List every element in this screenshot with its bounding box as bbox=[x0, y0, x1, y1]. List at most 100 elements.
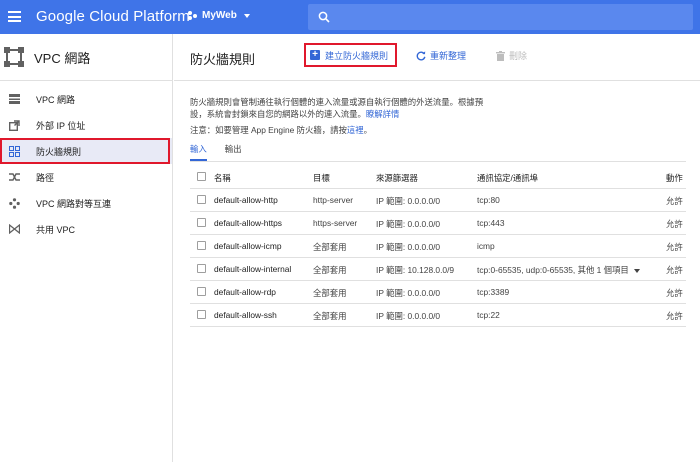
sidebar-nav: VPC 網路 外部 IP 位址 防火牆規則 路徑 VPC 網路對等互連 共用 V… bbox=[0, 81, 172, 242]
delete-button[interactable]: 刪除 bbox=[496, 49, 527, 62]
shared-vpc-icon bbox=[8, 223, 20, 235]
table-row: default-allow-icmp 全部套用 IP 範圍: 0.0.0.0/0… bbox=[190, 235, 686, 258]
trash-icon bbox=[496, 50, 505, 61]
table-row: default-allow-ssh 全部套用 IP 範圍: 0.0.0.0/0 … bbox=[190, 304, 686, 327]
sidebar-item-shared-vpc[interactable]: 共用 VPC bbox=[0, 216, 172, 242]
row-checkbox[interactable] bbox=[197, 287, 206, 296]
sidebar: VPC 網路 VPC 網路 外部 IP 位址 防火牆規則 路徑 VPC 網路對等… bbox=[0, 34, 173, 462]
external-ip-icon bbox=[8, 119, 20, 131]
refresh-button[interactable]: 重新整理 bbox=[416, 49, 466, 62]
column-header-name[interactable]: 名稱 bbox=[214, 172, 231, 184]
row-checkbox[interactable] bbox=[197, 218, 206, 227]
top-app-bar: Google Cloud Platform MyWeb bbox=[0, 0, 700, 34]
column-header-action[interactable]: 動作 bbox=[666, 172, 683, 184]
sidebar-item-routes[interactable]: 路徑 bbox=[0, 164, 172, 190]
tab-egress[interactable]: 輸出 bbox=[225, 143, 242, 161]
row-checkbox[interactable] bbox=[197, 264, 206, 273]
sidebar-item-label: 共用 VPC bbox=[36, 224, 76, 235]
column-header-target[interactable]: 目標 bbox=[313, 172, 330, 184]
project-selector[interactable]: MyWeb bbox=[188, 10, 250, 21]
rule-action: 允許 bbox=[666, 288, 683, 298]
rule-source: IP 範圍: 0.0.0.0/0 bbox=[376, 288, 441, 298]
row-checkbox[interactable] bbox=[197, 310, 206, 319]
tab-ingress[interactable]: 輸入 bbox=[190, 143, 207, 161]
tabs-divider bbox=[190, 161, 686, 162]
refresh-button-label: 重新整理 bbox=[430, 51, 467, 61]
sidebar-header: VPC 網路 bbox=[0, 34, 172, 81]
sidebar-item-label: VPC 網路 bbox=[36, 94, 76, 105]
rule-target: 全部套用 bbox=[313, 311, 347, 321]
highlight-box bbox=[0, 138, 170, 164]
chevron-down-icon bbox=[633, 268, 640, 273]
hamburger-menu-icon[interactable] bbox=[8, 11, 21, 22]
create-firewall-rule-button[interactable]: + 建立防火牆規則 bbox=[304, 43, 397, 67]
sidebar-title: VPC 網路 bbox=[34, 50, 91, 66]
learn-more-link[interactable]: 瞭解詳情 bbox=[366, 109, 400, 119]
rule-name[interactable]: default-allow-http bbox=[214, 195, 278, 205]
description-line-2: 設，系統會封鎖來自您的網路以外的連入流量。 bbox=[190, 109, 366, 119]
chevron-down-icon bbox=[243, 13, 250, 18]
search-input[interactable] bbox=[308, 4, 693, 30]
rule-protocol: tcp:22 bbox=[477, 310, 500, 320]
table-row: default-allow-http http-server IP 範圍: 0.… bbox=[190, 189, 686, 212]
rule-protocol: tcp:0-65535, udp:0-65535, 其他 1 個項目 bbox=[477, 265, 629, 275]
table-row: default-allow-internal 全部套用 IP 範圍: 10.12… bbox=[190, 258, 686, 281]
rule-protocol: tcp:443 bbox=[477, 218, 505, 228]
select-all-checkbox[interactable] bbox=[197, 172, 206, 181]
sidebar-item-label: 路徑 bbox=[36, 172, 55, 183]
rule-protocol: icmp bbox=[477, 241, 495, 251]
rule-action: 允許 bbox=[666, 196, 683, 206]
rule-target: https-server bbox=[313, 218, 358, 228]
rule-name[interactable]: default-allow-internal bbox=[214, 264, 291, 274]
rule-action: 允許 bbox=[666, 219, 683, 229]
project-dots-icon bbox=[188, 11, 197, 20]
column-header-source[interactable]: 來源篩選器 bbox=[376, 172, 418, 184]
note-suffix: 。 bbox=[363, 125, 372, 135]
rule-source: IP 範圍: 0.0.0.0/0 bbox=[376, 311, 441, 321]
row-checkbox[interactable] bbox=[197, 241, 206, 250]
rule-source: IP 範圍: 0.0.0.0/0 bbox=[376, 242, 441, 252]
app-engine-note: 注意：如要管理 App Engine 防火牆，請按這裡。 bbox=[190, 124, 372, 136]
direction-tabs: 輸入 輸出 bbox=[190, 143, 260, 161]
rule-protocol-dropdown[interactable]: tcp:0-65535, udp:0-65535, 其他 1 個項目 bbox=[477, 264, 640, 276]
sidebar-item-external-ip[interactable]: 外部 IP 位址 bbox=[0, 112, 172, 138]
table-row: default-allow-https https-server IP 範圍: … bbox=[190, 212, 686, 235]
rule-target: http-server bbox=[313, 195, 354, 205]
rule-source: IP 範圍: 10.128.0.0/9 bbox=[376, 265, 455, 275]
rule-name[interactable]: default-allow-rdp bbox=[214, 287, 276, 297]
rule-protocol: tcp:80 bbox=[477, 195, 500, 205]
rule-target: 全部套用 bbox=[313, 265, 347, 275]
page-header: 防火牆規則 + 建立防火牆規則 重新整理 刪除 bbox=[174, 34, 700, 81]
rule-name[interactable]: default-allow-icmp bbox=[214, 241, 282, 251]
rule-name[interactable]: default-allow-https bbox=[214, 218, 282, 228]
note-here-link[interactable]: 這裡 bbox=[347, 125, 364, 135]
sidebar-item-label: 外部 IP 位址 bbox=[36, 120, 86, 131]
add-icon: + bbox=[310, 50, 320, 60]
description-line-1: 防火牆規則會管制通往執行個體的連入流量或源自執行個體的外送流量。根據預 bbox=[190, 97, 484, 107]
rule-source: IP 範圍: 0.0.0.0/0 bbox=[376, 219, 441, 229]
rule-protocol: tcp:3389 bbox=[477, 287, 510, 297]
table-row: default-allow-rdp 全部套用 IP 範圍: 0.0.0.0/0 … bbox=[190, 281, 686, 304]
rule-source: IP 範圍: 0.0.0.0/0 bbox=[376, 196, 441, 206]
product-brand[interactable]: Google Cloud Platform bbox=[36, 8, 190, 25]
rule-name[interactable]: default-allow-ssh bbox=[214, 310, 277, 320]
sidebar-item-label: VPC 網路對等互連 bbox=[36, 198, 112, 209]
row-checkbox[interactable] bbox=[197, 195, 206, 204]
project-name: MyWeb bbox=[202, 10, 237, 21]
delete-button-label: 刪除 bbox=[509, 51, 528, 61]
rule-action: 允許 bbox=[666, 265, 683, 275]
refresh-icon bbox=[416, 50, 426, 60]
peering-icon bbox=[8, 197, 20, 209]
rule-target: 全部套用 bbox=[313, 288, 347, 298]
vpc-network-icon bbox=[8, 93, 20, 105]
search-icon bbox=[318, 11, 330, 23]
sidebar-item-vpc-peering[interactable]: VPC 網路對等互連 bbox=[0, 190, 172, 216]
rule-action: 允許 bbox=[666, 311, 683, 321]
firewall-rules-table: 名稱 目標 來源篩選器 通訊協定/通訊埠 動作 default-allow-ht… bbox=[190, 166, 686, 327]
rule-action: 允許 bbox=[666, 242, 683, 252]
routes-icon bbox=[8, 171, 20, 183]
sidebar-item-firewall-rules[interactable]: 防火牆規則 bbox=[0, 138, 172, 164]
column-header-protocol[interactable]: 通訊協定/通訊埠 bbox=[477, 172, 538, 184]
rule-target: 全部套用 bbox=[313, 242, 347, 252]
sidebar-item-vpc-networks[interactable]: VPC 網路 bbox=[0, 86, 172, 112]
